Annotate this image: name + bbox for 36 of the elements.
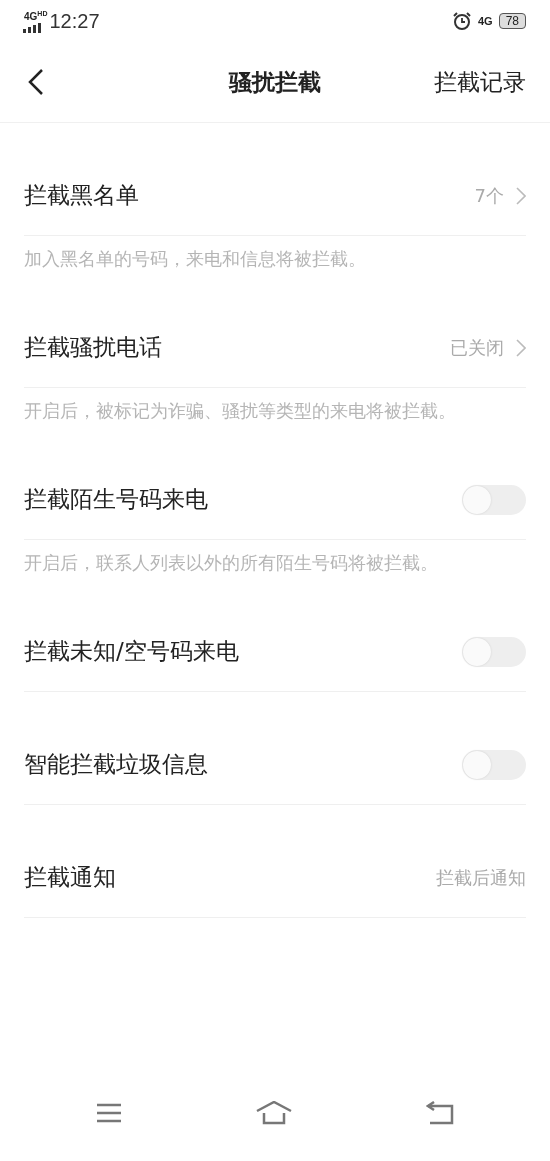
setting-label: 智能拦截垃圾信息 bbox=[24, 750, 208, 779]
records-button[interactable]: 拦截记录 bbox=[434, 66, 526, 98]
setting-value: 已关闭 bbox=[450, 335, 504, 360]
back-icon bbox=[28, 68, 44, 96]
signal-icon bbox=[23, 23, 44, 33]
setting-description: 开启后，被标记为诈骗、骚扰等类型的来电将被拦截。 bbox=[24, 399, 457, 423]
clock-time: 12:27 bbox=[49, 9, 100, 33]
back-arrow-icon[interactable] bbox=[426, 1101, 454, 1125]
home-icon[interactable] bbox=[256, 1101, 292, 1125]
toggle-switch[interactable] bbox=[462, 636, 526, 667]
alarm-icon bbox=[451, 11, 472, 31]
toggle-switch[interactable] bbox=[462, 749, 526, 780]
network-indicator: 4G$^{HD}$ bbox=[24, 9, 48, 23]
battery-indicator: 78 bbox=[498, 13, 526, 29]
menu-icon[interactable] bbox=[96, 1103, 122, 1123]
setting-label: 拦截黑名单 bbox=[24, 181, 139, 210]
setting-row[interactable]: 拦截骚扰电话 已关闭 bbox=[24, 275, 526, 388]
setting-description: 加入黑名单的号码，来电和信息将被拦截。 bbox=[24, 247, 367, 271]
setting-row[interactable]: 拦截陌生号码来电 bbox=[24, 427, 526, 540]
setting-row[interactable]: 拦截未知/空号码来电 bbox=[24, 579, 526, 692]
setting-label: 拦截未知/空号码来电 bbox=[24, 637, 239, 666]
setting-label: 拦截陌生号码来电 bbox=[24, 485, 208, 514]
setting-label: 拦截通知 bbox=[24, 863, 116, 892]
back-button[interactable] bbox=[28, 68, 44, 96]
setting-value: 7个 bbox=[474, 183, 504, 208]
setting-row[interactable]: 拦截通知 拦截后通知 bbox=[24, 805, 526, 918]
chevron-icon bbox=[516, 338, 526, 357]
setting-label: 拦截骚扰电话 bbox=[24, 333, 162, 362]
page-title: 骚扰拦截 bbox=[229, 67, 321, 97]
setting-description: 开启后，联系人列表以外的所有陌生号码将被拦截。 bbox=[24, 551, 439, 575]
chevron-icon bbox=[516, 186, 526, 205]
setting-row[interactable]: 拦截黑名单 7个 bbox=[24, 123, 526, 236]
setting-row[interactable]: 智能拦截垃圾信息 bbox=[24, 692, 526, 805]
setting-value: 拦截后通知 bbox=[436, 865, 526, 890]
data-network-label: 4G bbox=[477, 15, 493, 27]
toggle-switch[interactable] bbox=[462, 484, 526, 515]
